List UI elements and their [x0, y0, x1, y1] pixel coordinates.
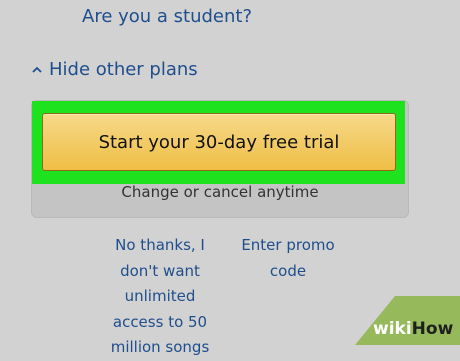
hide-other-plans-link[interactable]: Hide other plans [30, 59, 198, 81]
promo-line: Enter promo [241, 236, 335, 254]
chevron-up-icon [32, 66, 42, 73]
no-thanks-line: No thanks, I [115, 236, 205, 254]
no-thanks-line: don't want [120, 261, 200, 280]
promo-line: code [269, 261, 307, 280]
enter-promo-code-link[interactable]: Enter promo code [233, 233, 343, 284]
wikihow-watermark: wikiHow [355, 296, 460, 345]
no-thanks-line: unlimited [124, 287, 196, 305]
watermark-text: wikiHow [373, 319, 454, 339]
student-link[interactable]: Are you a student? [82, 6, 252, 28]
hide-other-plans-label: Hide other plans [49, 59, 198, 80]
start-free-trial-button[interactable]: Start your 30-day free trial [42, 113, 396, 171]
no-thanks-line: access to 50 [112, 312, 208, 331]
cancel-anytime-note: Change or cancel anytime [121, 183, 319, 201]
no-thanks-link[interactable]: No thanks, I don't want unlimited access… [100, 233, 220, 361]
no-thanks-line: million songs [110, 338, 210, 356]
